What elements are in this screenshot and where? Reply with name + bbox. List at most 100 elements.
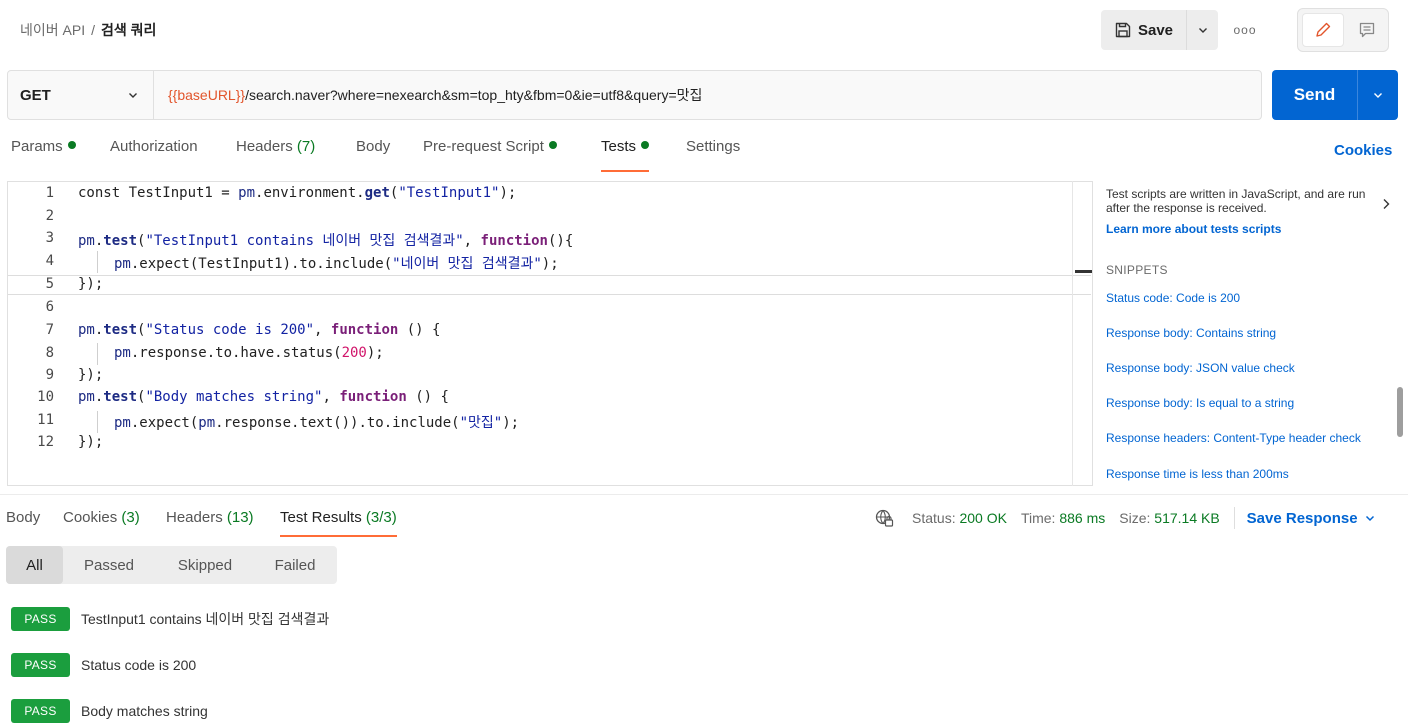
save-button[interactable]: Save — [1101, 10, 1187, 50]
send-button-group: Send — [1272, 70, 1398, 120]
breadcrumb-separator: / — [91, 22, 95, 38]
learn-more-link[interactable]: Learn more about tests scripts — [1106, 222, 1281, 236]
params-indicator-dot — [67, 141, 76, 149]
line-number: 8 — [45, 345, 54, 361]
code-line: 11 pm.expect(pm.response.text()).to.inclu… — [8, 412, 1074, 435]
status-label: Status: — [912, 510, 956, 526]
response-headers-count: (13) — [226, 509, 254, 526]
test-result-row: PASS Status code is 200 — [11, 653, 196, 677]
test-results-filter: All Passed Skipped Failed — [6, 546, 337, 584]
test-script-editor[interactable]: 1 const TestInput1 = pm.environment.get("… — [7, 181, 1093, 486]
cookies-link[interactable]: Cookies — [1334, 142, 1392, 159]
snippets-panel: Test scripts are written in JavaScript, … — [1095, 181, 1408, 486]
response-status-info: Status: 200 OK Time: 886 ms Size: 517.14… — [874, 507, 1376, 529]
chevron-down-icon — [1374, 93, 1382, 98]
editor-scrollbar[interactable] — [1072, 181, 1093, 486]
chevron-down-icon — [129, 93, 137, 98]
response-tab-cookies[interactable]: Cookies (3) — [63, 509, 140, 537]
line-number: 10 — [37, 389, 54, 405]
snippet-link[interactable]: Response headers: Content-Type header ch… — [1106, 431, 1361, 445]
scrollbar-thumb[interactable] — [1397, 387, 1403, 437]
test-result-name: Status code is 200 — [81, 657, 197, 673]
status-separator — [1233, 507, 1235, 529]
comments-button[interactable] — [1348, 13, 1386, 47]
tab-authorization[interactable]: Authorization — [110, 138, 198, 172]
code-line: 4 pm.expect(TestInput1).to.include("네이버 맛… — [8, 253, 1074, 276]
edit-mode-button[interactable] — [1302, 13, 1344, 47]
size-value[interactable]: 517.14 KB — [1154, 510, 1219, 526]
snippet-link[interactable]: Response body: JSON value check — [1106, 361, 1295, 375]
save-button-group: Save — [1101, 10, 1218, 50]
header-bar: 네이버 API / 검색 쿼리 Save ooo — [0, 0, 1408, 62]
pass-badge: PASS — [11, 607, 70, 631]
method-select[interactable]: GET — [8, 71, 154, 119]
code-line: 3 pm.test("TestInput1 contains 네이버 맛집 검색결… — [8, 230, 1074, 253]
breadcrumb: 네이버 API / 검색 쿼리 — [20, 20, 156, 40]
snippet-link[interactable]: Response time is less than 200ms — [1106, 467, 1289, 481]
line-number: 5 — [45, 276, 54, 292]
line-number: 4 — [45, 253, 54, 269]
pass-badge: PASS — [11, 699, 70, 723]
snippet-link[interactable]: Response body: Is equal to a string — [1106, 396, 1294, 410]
chevron-down-icon — [1365, 515, 1374, 522]
filter-skipped[interactable]: Skipped — [161, 546, 249, 584]
chevron-right-icon[interactable] — [1379, 197, 1393, 211]
tab-params-label: Params — [11, 138, 63, 155]
method-label: GET — [20, 86, 51, 104]
test-result-row: PASS TestInput1 contains 네이버 맛집 검색결과 — [11, 607, 329, 631]
code-line: 5}); — [8, 276, 1074, 299]
url-input[interactable]: {{baseURL}}/search.naver?where=nexearch&… — [154, 71, 702, 119]
tab-prerequest-script[interactable]: Pre-request Script — [423, 138, 557, 172]
breadcrumb-current[interactable]: 검색 쿼리 — [101, 22, 156, 38]
save-dropdown-button[interactable] — [1187, 10, 1218, 50]
time-value[interactable]: 886 ms — [1059, 510, 1105, 526]
filter-passed[interactable]: Passed — [69, 546, 149, 584]
snippets-heading: SNIPPETS — [1106, 263, 1168, 277]
send-button[interactable]: Send — [1272, 70, 1358, 120]
tab-settings-label: Settings — [686, 138, 741, 155]
response-cookies-count: (3) — [121, 509, 140, 526]
tab-body[interactable]: Body — [356, 138, 390, 172]
scroll-position-marker — [1075, 270, 1092, 273]
tab-headers[interactable]: Headers (7) — [236, 138, 315, 172]
test-results-count: (3/3) — [365, 509, 397, 526]
pencil-icon — [1316, 22, 1331, 37]
breadcrumb-parent[interactable]: 네이버 API — [20, 22, 85, 38]
url-path: /search.naver?where=nexearch&sm=top_hty&… — [245, 87, 703, 103]
save-icon — [1115, 22, 1131, 38]
line-number: 11 — [37, 412, 54, 428]
tab-tests[interactable]: Tests — [601, 138, 650, 172]
line-number: 12 — [37, 434, 54, 450]
pass-badge: PASS — [11, 653, 70, 677]
more-options-button[interactable]: ooo — [1229, 14, 1261, 46]
snippets-scrollbar[interactable] — [1397, 281, 1403, 486]
more-options-icon: ooo — [1233, 23, 1257, 37]
panel-divider[interactable] — [0, 494, 1408, 495]
tab-params[interactable]: Params — [11, 138, 76, 172]
status-value[interactable]: 200 OK — [959, 510, 1006, 526]
send-dropdown-button[interactable] — [1358, 70, 1398, 120]
code-line: 10 pm.test("Body matches string", functio… — [8, 389, 1074, 412]
filter-all[interactable]: All — [6, 546, 63, 584]
tab-settings[interactable]: Settings — [686, 138, 740, 172]
filter-failed[interactable]: Failed — [260, 546, 330, 584]
tab-headers-label: Headers — [236, 138, 293, 155]
prerequest-indicator-dot — [548, 141, 557, 149]
globe-lock-icon[interactable] — [874, 508, 894, 528]
tab-prerequest-label: Pre-request Script — [423, 138, 544, 155]
headers-count: (7) — [296, 138, 316, 155]
code-line: 6 — [8, 299, 1074, 322]
snippet-link[interactable]: Status code: Code is 200 — [1106, 291, 1240, 305]
time-label: Time: — [1020, 510, 1056, 526]
save-response-label: Save Response — [1246, 509, 1358, 527]
test-result-row: PASS Body matches string — [11, 699, 208, 723]
save-response-button[interactable]: Save Response — [1247, 510, 1376, 527]
code-line: 2 — [8, 208, 1074, 231]
response-tab-test-results[interactable]: Test Results (3/3) — [280, 509, 397, 537]
tab-authorization-label: Authorization — [110, 138, 198, 155]
response-tab-headers-label: Headers — [166, 509, 223, 526]
response-tab-body[interactable]: Body — [6, 509, 40, 537]
response-tab-headers[interactable]: Headers (13) — [166, 509, 254, 537]
snippet-link[interactable]: Response body: Contains string — [1106, 326, 1276, 340]
tab-body-label: Body — [356, 138, 391, 155]
